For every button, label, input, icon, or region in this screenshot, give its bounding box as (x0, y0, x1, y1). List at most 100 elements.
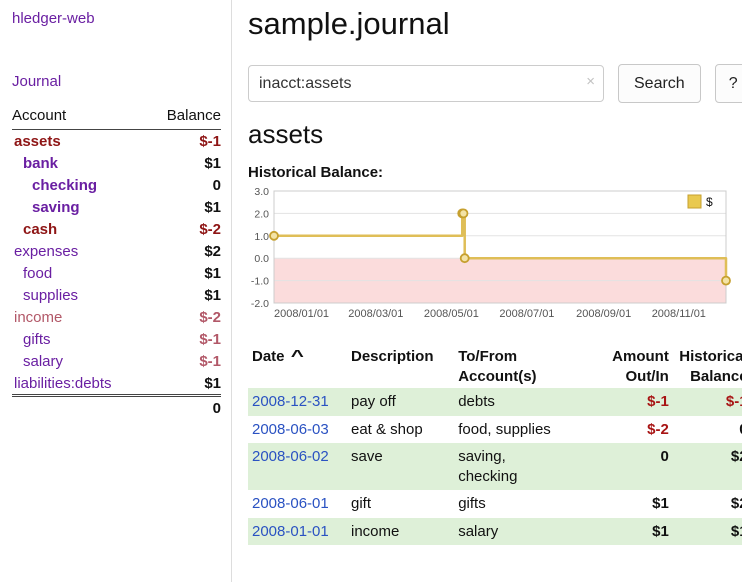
account-name-cell: bank (12, 152, 147, 174)
register-table: Date^DescriptionTo/FromAccount(s)AmountO… (248, 345, 742, 545)
to-from-accounts-cell: food, supplies (454, 416, 598, 444)
account-name-cell: supplies (12, 284, 147, 306)
account-name-cell: food (12, 262, 147, 284)
date-link[interactable]: 2008-06-03 (252, 421, 329, 438)
account-row: assets $-1 (12, 130, 221, 153)
sort-ascending-icon: ^ (290, 347, 303, 367)
y-tick-label: -2.0 (251, 298, 269, 310)
sidebar: hledger-web Journal Account Balance asse… (0, 0, 232, 582)
date-link[interactable]: 2008-06-02 (252, 448, 329, 465)
account-row: food $1 (12, 262, 221, 284)
account-row: income $-2 (12, 306, 221, 328)
data-point-marker (459, 209, 467, 217)
x-tick-label: 2008/05/01 (424, 308, 479, 320)
historical-balance-cell: 0 (673, 416, 742, 444)
account-name-cell: income (12, 306, 147, 328)
y-tick-label: 3.0 (254, 187, 269, 198)
account-name-cell: saving (12, 196, 147, 218)
account-row: gifts $-1 (12, 328, 221, 350)
historical-balance-cell: $-1 (673, 388, 742, 416)
x-tick-label: 2008/09/01 (576, 308, 631, 320)
register-row: 2008-12-31pay offdebts$-1$-1 (248, 388, 742, 416)
description-cell: income (347, 518, 454, 546)
search-input[interactable] (248, 65, 604, 102)
date-link[interactable]: 2008-12-31 (252, 393, 329, 410)
account-link[interactable]: cash (23, 221, 57, 238)
account-link[interactable]: supplies (23, 287, 78, 304)
historical-balance-cell: $1 (673, 518, 742, 546)
x-tick-label: 2008/01/01 (274, 308, 329, 320)
accounts-total-balance: 0 (147, 396, 221, 420)
accounts-header-account: Account (12, 105, 147, 130)
register-header-tofrom: To/FromAccount(s) (454, 345, 598, 388)
account-link[interactable]: saving (32, 199, 80, 216)
register-header-description: Description (347, 345, 454, 388)
account-balance: $1 (147, 284, 221, 306)
journal-link[interactable]: Journal (12, 73, 61, 90)
accounts-total-row: 0 (12, 396, 221, 420)
account-balance: 0 (147, 174, 221, 196)
historical-balance-cell: $2 (673, 490, 742, 518)
account-heading: assets (248, 119, 742, 150)
chart-title: Historical Balance: (248, 164, 742, 181)
register-row: 2008-01-01incomesalary$1$1 (248, 518, 742, 546)
account-link[interactable]: bank (23, 155, 58, 172)
help-button[interactable]: ? (715, 64, 742, 103)
data-point-marker (461, 254, 469, 262)
to-from-accounts-cell: salary (454, 518, 598, 546)
account-row: supplies $1 (12, 284, 221, 306)
account-link[interactable]: liabilities:debts (14, 375, 112, 392)
transaction-date-cell: 2008-12-31 (248, 388, 347, 416)
account-balance: $-1 (147, 328, 221, 350)
amount-cell: $-2 (599, 416, 673, 444)
transaction-date-cell: 2008-06-03 (248, 416, 347, 444)
data-point-marker (270, 232, 278, 240)
account-link[interactable]: food (23, 265, 52, 282)
date-link[interactable]: 2008-06-01 (252, 495, 329, 512)
date-link[interactable]: 2008-01-01 (252, 523, 329, 540)
x-tick-label: 2008/03/01 (348, 308, 403, 320)
account-link[interactable]: checking (32, 177, 97, 194)
account-link[interactable]: expenses (14, 243, 78, 260)
main-content: sample.journal × Search ? assets Histori… (232, 0, 742, 582)
register-row: 2008-06-02savesaving, checking0$2 (248, 443, 742, 490)
accounts-header-row: Account Balance (12, 105, 221, 130)
amount-cell: 0 (599, 443, 673, 490)
account-balance: $1 (147, 196, 221, 218)
y-tick-label: 2.0 (254, 208, 269, 220)
account-link[interactable]: assets (14, 133, 61, 150)
to-from-accounts-cell: debts (454, 388, 598, 416)
to-from-accounts-cell: saving, checking (454, 443, 598, 490)
register-header-row: Date^DescriptionTo/FromAccount(s)AmountO… (248, 345, 742, 388)
account-balance: $1 (147, 152, 221, 174)
account-link[interactable]: salary (23, 353, 63, 370)
account-balance: $2 (147, 240, 221, 262)
account-name-cell: salary (12, 350, 147, 372)
transaction-date-cell: 2008-06-02 (248, 443, 347, 490)
search-button[interactable]: Search (618, 64, 701, 103)
accounts-total-spacer (12, 396, 147, 420)
account-balance: $-2 (147, 218, 221, 240)
account-row: cash $-2 (12, 218, 221, 240)
amount-cell: $1 (599, 518, 673, 546)
account-row: bank $1 (12, 152, 221, 174)
register-row: 2008-06-03eat & shopfood, supplies$-20 (248, 416, 742, 444)
x-tick-label: 2008/07/01 (499, 308, 554, 320)
account-balance: $-2 (147, 306, 221, 328)
account-balance: $-1 (147, 350, 221, 372)
register-header-historical: HistoricalBalance (673, 345, 742, 388)
account-link[interactable]: gifts (23, 331, 51, 348)
account-link[interactable]: income (14, 309, 62, 326)
account-name-cell: assets (12, 130, 147, 153)
transaction-date-cell: 2008-06-01 (248, 490, 347, 518)
app-title-link[interactable]: hledger-web (12, 10, 221, 27)
account-balance: $1 (147, 262, 221, 284)
clear-search-icon[interactable]: × (586, 74, 595, 89)
register-header-date[interactable]: Date^ (248, 345, 347, 388)
account-balance: $-1 (147, 130, 221, 153)
accounts-header-balance: Balance (147, 105, 221, 130)
accounts-table: Account Balance assets $-1 bank $1 checking 0… (12, 105, 221, 420)
account-name-cell: checking (12, 174, 147, 196)
legend-label: $ (706, 195, 713, 209)
y-tick-label: -1.0 (251, 276, 269, 288)
